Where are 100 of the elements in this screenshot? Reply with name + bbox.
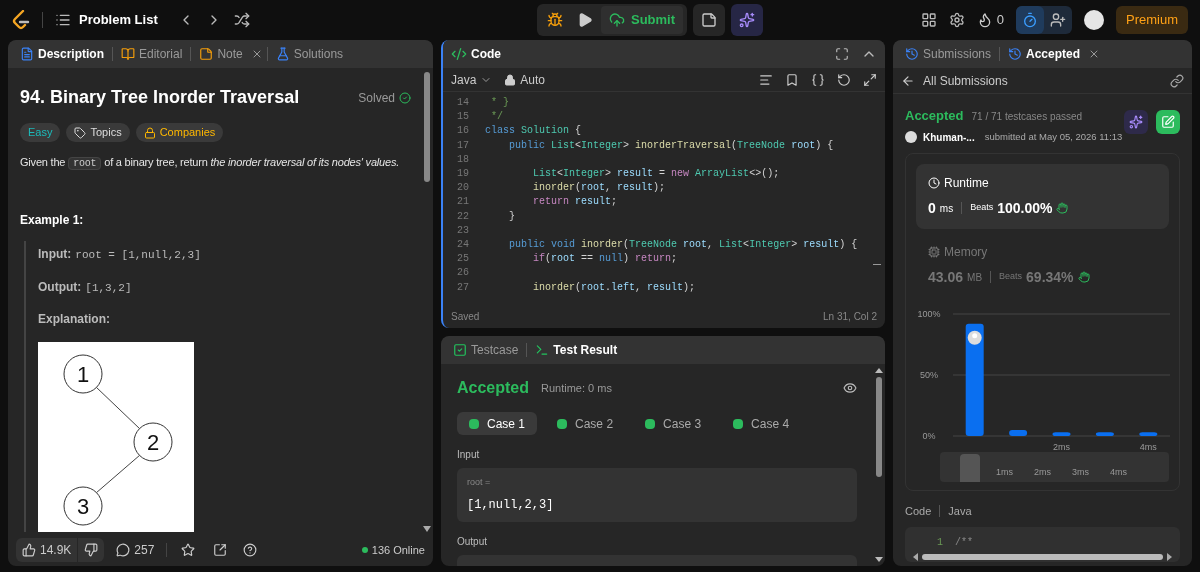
example-line: Output: [1,3,2] <box>38 278 133 296</box>
code-line: } <box>508 209 515 224</box>
tag-icon <box>74 126 87 139</box>
panel-tab[interactable]: Testcase <box>449 341 523 359</box>
verdict-text: Accepted <box>905 107 964 125</box>
scroll-up-icon[interactable] <box>875 368 883 373</box>
field-label: Input <box>457 448 481 462</box>
checkbox-icon <box>453 343 467 357</box>
line-number: 22 <box>456 209 470 224</box>
code-icon <box>451 46 467 62</box>
tag-chip[interactable]: Topics <box>66 123 130 142</box>
code-line: /** <box>955 536 974 550</box>
help-icon[interactable] <box>243 543 258 557</box>
braces-icon[interactable] <box>811 72 825 87</box>
axis-label: 4ms <box>1110 466 1128 479</box>
timer-button[interactable] <box>1016 6 1044 34</box>
panel-tab[interactable]: Note <box>195 45 247 63</box>
scroll-right-icon[interactable] <box>1167 553 1172 561</box>
bookmark-icon[interactable] <box>785 72 799 87</box>
case-tab[interactable]: Case 3 <box>633 412 714 435</box>
note-icon <box>199 47 214 61</box>
scrollbar-thumb[interactable] <box>424 72 430 182</box>
panel-tab[interactable]: Editorial <box>117 45 187 63</box>
eye-icon[interactable] <box>843 381 857 395</box>
panel-tab[interactable]: Solutions <box>271 45 348 63</box>
problem-list-button[interactable]: Problem List <box>55 10 158 30</box>
terminal-icon <box>535 343 550 357</box>
tag-chip[interactable]: Easy <box>20 123 61 142</box>
bug-icon <box>546 12 563 28</box>
tag-chip[interactable]: Companies <box>135 123 224 142</box>
assistant-button[interactable] <box>731 4 764 36</box>
edit-button[interactable] <box>1156 110 1180 134</box>
back-link[interactable]: All Submissions <box>901 71 1008 90</box>
tree-node: 3 <box>63 486 103 526</box>
panel-tab[interactable]: Description <box>16 45 108 63</box>
sparkle-icon <box>1129 115 1143 129</box>
line-number: 23 <box>456 223 470 238</box>
metric-card[interactable]: Memory 43.06 MB Beats 69.34% <box>916 232 1169 298</box>
panel-tab[interactable]: Accepted <box>1004 45 1085 63</box>
timer-icon <box>1022 12 1038 28</box>
metric-card[interactable]: Runtime 0 ms Beats 100.00% <box>916 163 1169 229</box>
submitted-text: submitted at May 05, 2026 11:13 <box>984 129 1123 144</box>
range-handle[interactable] <box>960 453 980 482</box>
submit-button[interactable]: Submit <box>600 6 684 34</box>
panel-tab[interactable]: Submissions <box>901 45 996 63</box>
case-tab[interactable]: Case 1 <box>457 412 538 435</box>
hand-icon <box>1056 202 1069 214</box>
scrollbar-thumb[interactable] <box>873 264 881 265</box>
format-icon[interactable] <box>759 72 773 87</box>
note-button[interactable] <box>693 4 726 36</box>
thumbs-down-icon <box>84 543 99 557</box>
code-line: public void inorder(TreeNode root, List<Integer> result) { <box>508 238 858 253</box>
lock-icon <box>143 126 156 139</box>
save-status: Saved <box>451 309 480 324</box>
testcases-text: 71 / 71 testcases passed <box>971 110 1083 124</box>
fullscreen-icon[interactable] <box>863 72 877 87</box>
logo-icon[interactable] <box>12 10 30 30</box>
analyze-button[interactable] <box>1124 110 1148 134</box>
online-count: 136 Online <box>361 541 425 559</box>
range-navigator[interactable]: 1ms 2ms 3ms 4ms <box>940 451 1169 482</box>
scrollbar-thumb[interactable] <box>876 377 882 477</box>
shuffle-icon[interactable] <box>233 12 250 28</box>
scrollbar-thumb[interactable] <box>922 554 1163 560</box>
axis-label: 2ms <box>1053 441 1070 452</box>
premium-button[interactable]: Premium <box>1116 6 1188 34</box>
maximize-icon[interactable] <box>835 47 849 61</box>
axis-label: 3ms <box>1072 466 1090 479</box>
case-tab[interactable]: Case 4 <box>721 412 802 435</box>
line-number: 27 <box>456 280 470 295</box>
axis-label: 50% <box>920 369 938 380</box>
star-icon[interactable] <box>181 543 196 557</box>
panel-tab[interactable]: Test Result <box>531 341 622 359</box>
settings-icon[interactable] <box>948 12 965 28</box>
document-icon <box>20 47 34 61</box>
layout-icon[interactable] <box>920 12 937 28</box>
panel-title: Code <box>471 46 501 63</box>
line-number: 25 <box>456 252 470 267</box>
comment-icon <box>116 543 131 557</box>
scroll-down-icon[interactable] <box>423 526 431 532</box>
history-icon <box>905 47 919 61</box>
comments-button[interactable]: 257 <box>112 541 159 559</box>
scroll-down-icon[interactable] <box>875 557 883 562</box>
language-select[interactable]: Java <box>451 70 493 89</box>
reset-icon[interactable] <box>837 72 851 87</box>
scroll-left-icon[interactable] <box>913 553 918 561</box>
case-tab[interactable]: Case 2 <box>545 412 626 435</box>
runtime-text: Runtime: 0 ms <box>541 380 612 396</box>
link-icon[interactable] <box>1170 73 1184 88</box>
avatar-icon <box>967 330 982 345</box>
avatar-icon[interactable] <box>1084 10 1104 30</box>
code-line: if(root == null) return; <box>532 252 678 267</box>
streak-button[interactable]: 0 <box>976 10 1004 30</box>
chart-bar <box>1139 431 1158 436</box>
hand-icon <box>1077 271 1090 283</box>
share-icon[interactable] <box>213 543 228 557</box>
verdict-text: Accepted <box>457 378 530 398</box>
input-value: [1,null,2,3] <box>467 496 555 514</box>
line-number: 26 <box>456 266 470 281</box>
history-icon <box>1008 47 1023 61</box>
lock-icon <box>504 73 517 86</box>
